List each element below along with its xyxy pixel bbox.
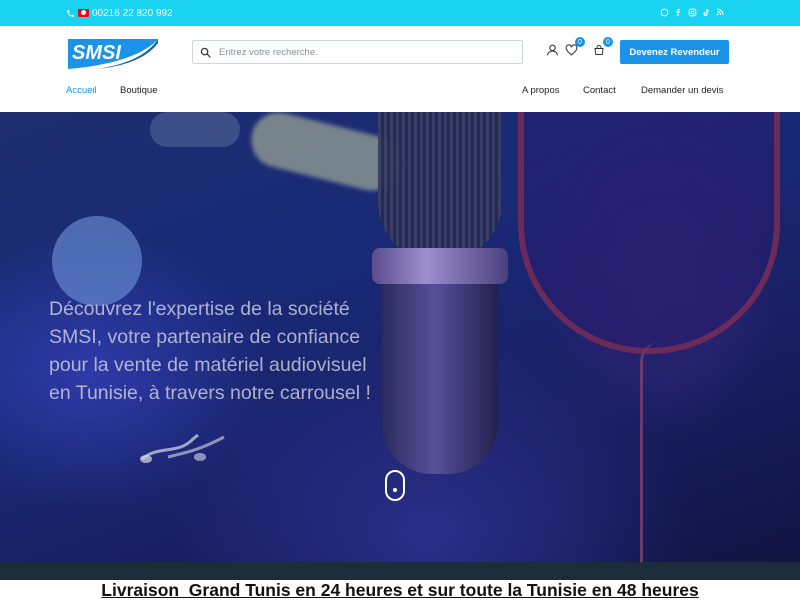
nav-accueil[interactable]: Accueil (66, 85, 97, 96)
hero-carousel[interactable]: Découvrez l'expertise de la société SMSI… (0, 112, 800, 580)
tunisia-flag-icon (78, 9, 89, 17)
phone-number: 00216 22 820 992 (92, 7, 173, 19)
scroll-down-indicator[interactable] (385, 470, 405, 501)
hero-headline: Découvrez l'expertise de la société SMSI… (49, 298, 371, 404)
hero-microphone-image (382, 284, 498, 474)
site-header: SMSI 0 0 Devenez Revendeur Accueil Bouti… (0, 26, 800, 112)
search-icon[interactable] (200, 47, 211, 58)
search-box[interactable] (192, 40, 523, 64)
delivery-banner: Livraison Grand Tunis en 24 heures et su… (0, 580, 800, 600)
nav-a-propos[interactable]: A propos (522, 85, 560, 96)
wishlist-button[interactable]: 0 (565, 37, 585, 59)
become-reseller-button[interactable]: Devenez Revendeur (620, 40, 729, 64)
music-notes-icon (140, 433, 225, 463)
cart-count-badge: 0 (603, 37, 613, 47)
instagram-icon[interactable] (688, 8, 697, 19)
logo-text: SMSI (72, 42, 121, 64)
delivery-banner-text: Livraison Grand Tunis en 24 heures et su… (101, 580, 699, 600)
facebook-icon[interactable] (674, 8, 682, 19)
hero-mic-arm-image (640, 342, 670, 580)
nav-contact[interactable]: Contact (583, 85, 616, 96)
cart-button[interactable]: 0 (593, 37, 613, 59)
nav-demander-devis[interactable]: Demander un devis (641, 85, 723, 96)
hero-bottom-strip (0, 562, 800, 580)
account-button[interactable] (546, 43, 560, 59)
wishlist-count-badge: 0 (575, 37, 585, 47)
search-input[interactable] (217, 45, 507, 59)
top-bar: 00216 22 820 992 (0, 0, 800, 26)
hero-microphone-grille-image (378, 112, 502, 262)
hero-bokeh-light (52, 216, 142, 306)
smsi-logo[interactable]: SMSI (66, 37, 160, 69)
user-icon (547, 44, 558, 56)
tiktok-icon[interactable] (702, 8, 710, 19)
whatsapp-icon[interactable] (660, 8, 669, 19)
hero-bokeh-light (150, 112, 240, 147)
hero-pop-filter-image (518, 112, 780, 354)
hero-microphone-band-image (372, 248, 508, 284)
social-links (660, 0, 724, 26)
phone-contact[interactable]: 00216 22 820 992 (66, 0, 173, 26)
phone-icon (67, 9, 74, 17)
nav-boutique[interactable]: Boutique (120, 85, 158, 96)
rss-icon[interactable] (716, 8, 724, 18)
